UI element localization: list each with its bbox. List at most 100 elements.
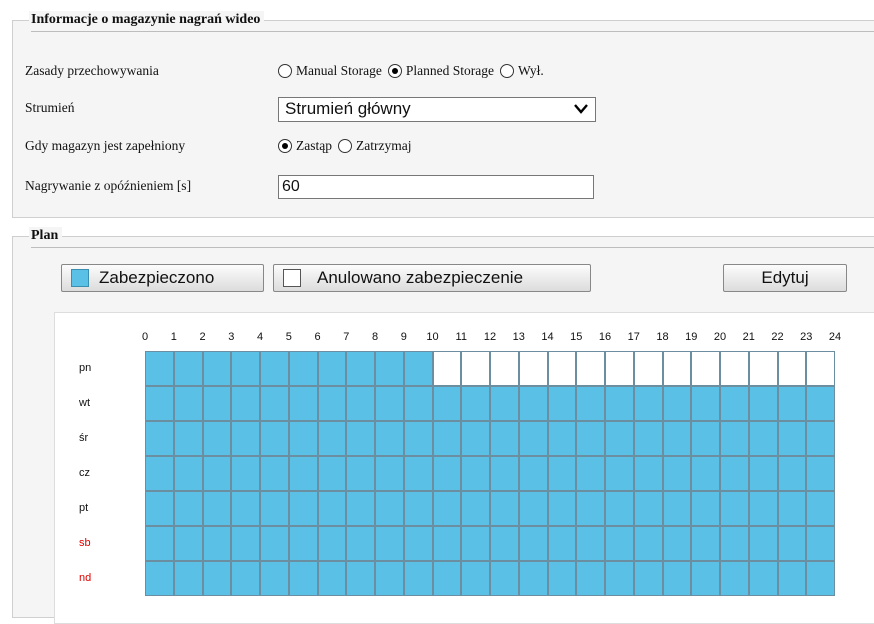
schedule-cell[interactable] xyxy=(317,456,347,491)
schedule-cell[interactable] xyxy=(202,526,232,561)
schedule-cell[interactable] xyxy=(260,526,289,561)
schedule-cell[interactable] xyxy=(605,351,634,386)
schedule-cell[interactable] xyxy=(202,421,232,456)
schedule-cell[interactable] xyxy=(260,386,289,421)
schedule-cell[interactable] xyxy=(288,561,318,596)
schedule-cell[interactable] xyxy=(691,456,720,491)
schedule-cell[interactable] xyxy=(806,351,835,386)
schedule-cell[interactable] xyxy=(547,526,577,561)
schedule-cell[interactable] xyxy=(748,351,778,386)
schedule-cell[interactable] xyxy=(777,386,807,421)
schedule-cell[interactable] xyxy=(202,491,232,526)
schedule-cell[interactable] xyxy=(231,386,260,421)
schedule-cell[interactable] xyxy=(403,526,433,561)
schedule-cell[interactable] xyxy=(461,351,490,386)
edit-button[interactable]: Edytuj xyxy=(723,264,847,292)
schedule-cell[interactable] xyxy=(260,421,289,456)
schedule-cell[interactable] xyxy=(202,561,232,596)
schedule-cell[interactable] xyxy=(461,456,490,491)
storage-off-radio[interactable] xyxy=(499,64,514,78)
schedule-cell[interactable] xyxy=(490,456,519,491)
schedule-cell[interactable] xyxy=(777,491,807,526)
schedule-cell[interactable] xyxy=(633,421,663,456)
schedule-cell[interactable] xyxy=(403,561,433,596)
schedule-cell[interactable] xyxy=(605,386,634,421)
schedule-cell[interactable] xyxy=(518,386,548,421)
schedule-cell[interactable] xyxy=(461,386,490,421)
schedule-cell[interactable] xyxy=(662,456,692,491)
schedule-cell[interactable] xyxy=(145,351,174,386)
schedule-cell[interactable] xyxy=(260,491,289,526)
schedule-cell[interactable] xyxy=(231,561,260,596)
schedule-cell[interactable] xyxy=(346,456,375,491)
schedule-cell[interactable] xyxy=(633,526,663,561)
schedule-cell[interactable] xyxy=(145,386,174,421)
overwrite-option[interactable]: Zastąp xyxy=(278,138,332,154)
schedule-cell[interactable] xyxy=(145,561,174,596)
schedule-cell[interactable] xyxy=(806,491,835,526)
schedule-cell[interactable] xyxy=(576,526,605,561)
schedule-cell[interactable] xyxy=(173,491,203,526)
schedule-cell[interactable] xyxy=(720,526,749,561)
schedule-cell[interactable] xyxy=(432,386,462,421)
schedule-cell[interactable] xyxy=(547,421,577,456)
schedule-cell[interactable] xyxy=(432,421,462,456)
schedule-cell[interactable] xyxy=(777,526,807,561)
schedule-cell[interactable] xyxy=(633,561,663,596)
schedule-cell[interactable] xyxy=(748,526,778,561)
schedule-cell[interactable] xyxy=(432,561,462,596)
schedule-cell[interactable] xyxy=(317,491,347,526)
delay-input[interactable]: 60 xyxy=(278,175,594,199)
schedule-cell[interactable] xyxy=(202,351,232,386)
manual-storage-option[interactable]: Manual Storage xyxy=(278,63,382,79)
schedule-cell[interactable] xyxy=(288,351,318,386)
disarmed-button[interactable]: Anulowano zabezpieczenie xyxy=(273,264,591,292)
schedule-cell[interactable] xyxy=(777,456,807,491)
schedule-cell[interactable] xyxy=(748,386,778,421)
schedule-cell[interactable] xyxy=(720,561,749,596)
schedule-cell[interactable] xyxy=(518,526,548,561)
schedule-cell[interactable] xyxy=(375,561,404,596)
schedule-cell[interactable] xyxy=(547,456,577,491)
schedule-cell[interactable] xyxy=(662,421,692,456)
schedule-cell[interactable] xyxy=(288,386,318,421)
schedule-cell[interactable] xyxy=(605,526,634,561)
schedule-cell[interactable] xyxy=(576,561,605,596)
planned-storage-option[interactable]: Planned Storage xyxy=(387,63,494,79)
schedule-cell[interactable] xyxy=(490,351,519,386)
schedule-cell[interactable] xyxy=(145,456,174,491)
schedule-cell[interactable] xyxy=(605,456,634,491)
schedule-cell[interactable] xyxy=(691,421,720,456)
schedule-cell[interactable] xyxy=(145,526,174,561)
schedule-cell[interactable] xyxy=(518,351,548,386)
schedule-cell[interactable] xyxy=(432,491,462,526)
schedule-cell[interactable] xyxy=(202,456,232,491)
storage-off-option[interactable]: Wył. xyxy=(499,63,544,79)
schedule-cell[interactable] xyxy=(375,526,404,561)
schedule-cell[interactable] xyxy=(576,351,605,386)
schedule-cell[interactable] xyxy=(748,491,778,526)
schedule-cell[interactable] xyxy=(777,351,807,386)
schedule-cell[interactable] xyxy=(662,491,692,526)
schedule-cell[interactable] xyxy=(576,421,605,456)
schedule-cell[interactable] xyxy=(490,526,519,561)
schedule-cell[interactable] xyxy=(748,561,778,596)
schedule-cell[interactable] xyxy=(720,351,749,386)
stop-option[interactable]: Zatrzymaj xyxy=(338,138,411,154)
schedule-cell[interactable] xyxy=(576,456,605,491)
schedule-cell[interactable] xyxy=(518,421,548,456)
schedule-cell[interactable] xyxy=(231,351,260,386)
schedule-cell[interactable] xyxy=(806,526,835,561)
schedule-cell[interactable] xyxy=(691,351,720,386)
schedule-cell[interactable] xyxy=(288,421,318,456)
schedule-cell[interactable] xyxy=(403,351,433,386)
stop-radio[interactable] xyxy=(338,139,352,153)
schedule-cell[interactable] xyxy=(346,526,375,561)
schedule-cell[interactable] xyxy=(173,351,203,386)
schedule-cell[interactable] xyxy=(605,561,634,596)
schedule-cell[interactable] xyxy=(317,561,347,596)
schedule-cell[interactable] xyxy=(461,526,490,561)
schedule-cell[interactable] xyxy=(145,491,174,526)
schedule-cell[interactable] xyxy=(662,386,692,421)
schedule-cell[interactable] xyxy=(145,421,174,456)
